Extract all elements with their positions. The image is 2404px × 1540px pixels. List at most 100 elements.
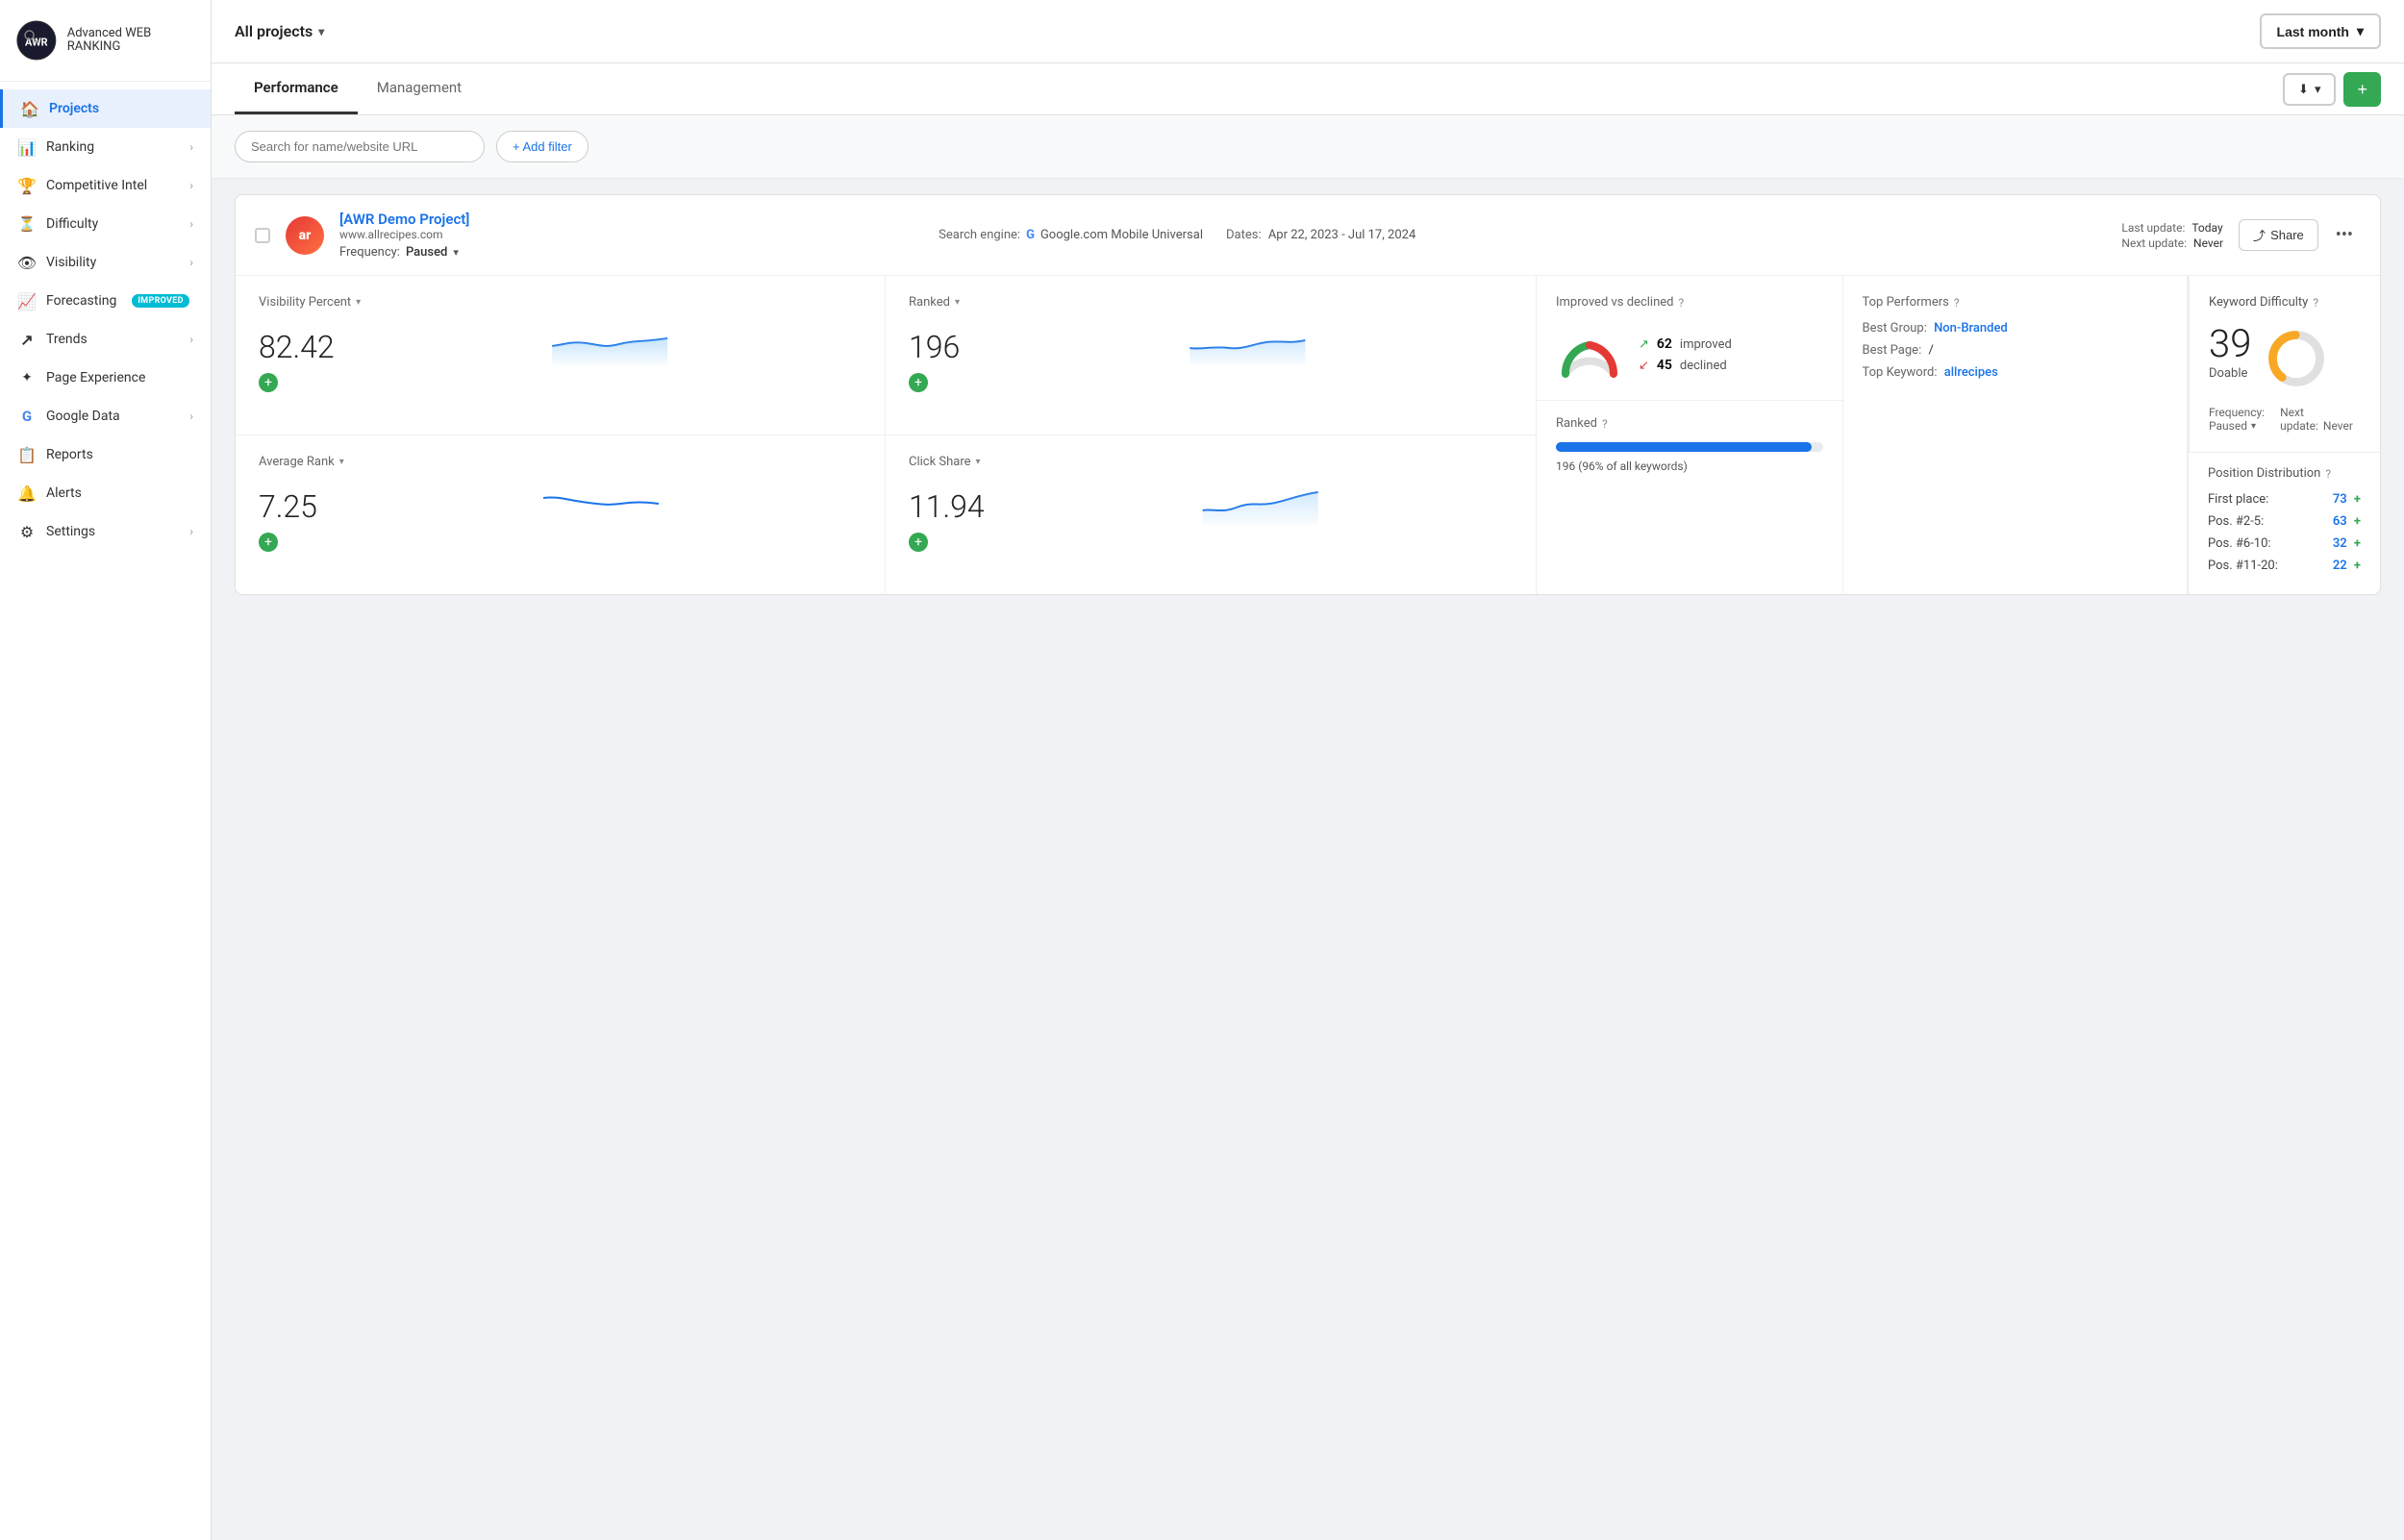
ranked-value: 196	[909, 329, 960, 365]
ranked-dropdown-icon[interactable]: ▾	[955, 297, 960, 308]
visibility-add-button[interactable]: +	[259, 373, 278, 392]
project-name[interactable]: [AWR Demo Project]	[339, 211, 923, 228]
sidebar-item-visibility-label: Visibility	[46, 255, 96, 270]
sidebar-item-page-experience-label: Page Experience	[46, 370, 145, 385]
filter-bar: + Add filter	[212, 115, 2404, 179]
chevron-right-icon: ›	[189, 333, 193, 346]
sidebar-item-competitive-intel-label: Competitive Intel	[46, 178, 147, 193]
pos-row-first: First place: 73 +	[2208, 492, 2361, 507]
dates-value: Apr 22, 2023 - Jul 17, 2024	[1268, 228, 1415, 242]
pos-2-5-value: 63	[2333, 514, 2347, 529]
google-icon: G	[1026, 228, 1035, 242]
dates-meta: Dates: Apr 22, 2023 - Jul 17, 2024	[1226, 228, 1415, 242]
first-place-plus[interactable]: +	[2354, 492, 2361, 507]
position-distribution: Position Distribution ? First place: 73 …	[2189, 452, 2380, 594]
add-project-button[interactable]: +	[2343, 72, 2381, 107]
average-rank-value: 7.25	[259, 488, 317, 525]
visibility-chart	[358, 317, 862, 365]
pos-row-6-10: Pos. #6-10: 32 +	[2208, 536, 2361, 551]
sidebar-item-ranking[interactable]: 📊 Ranking ›	[0, 128, 211, 166]
sidebar-item-trends[interactable]: ↗ Trends ›	[0, 320, 211, 359]
dates-label: Dates:	[1226, 228, 1262, 242]
improved-arrow-icon: ↗	[1639, 337, 1649, 352]
best-page-row: Best Page: /	[1863, 343, 2168, 358]
kd-question-icon[interactable]: ?	[2313, 296, 2318, 310]
pos-dist-question-icon[interactable]: ?	[2325, 467, 2331, 481]
tab-management[interactable]: Management	[358, 63, 481, 114]
sidebar-item-page-experience[interactable]: ✦ Page Experience	[0, 359, 211, 397]
best-group-value[interactable]: Non-Branded	[1934, 321, 2008, 335]
all-projects-dropdown[interactable]: All projects ▾	[235, 22, 324, 40]
sidebar-item-competitive-intel[interactable]: 🏆 Competitive Intel ›	[0, 166, 211, 205]
main-content: All projects ▾ Last month ▾ Performance …	[212, 0, 2404, 1540]
next-update-value: Never	[2193, 236, 2223, 250]
dropdown-arrow-icon: ▾	[318, 25, 324, 38]
project-checkbox[interactable]	[255, 228, 270, 243]
last-update-label: Last update:	[2121, 221, 2185, 235]
ranked-chart	[983, 317, 1513, 365]
update-info: Last update: Today Next update: Never	[2121, 221, 2223, 250]
page-experience-icon: ✦	[17, 368, 37, 387]
question-icon[interactable]: ?	[1678, 296, 1684, 310]
home-icon: 🏠	[20, 99, 39, 118]
pos-6-10-plus[interactable]: +	[2354, 536, 2361, 551]
frequency-paused-button[interactable]: Paused ▾	[2209, 419, 2265, 433]
avatar: ar	[286, 216, 324, 255]
sidebar-item-settings-label: Settings	[46, 524, 95, 539]
first-place-value: 73	[2333, 492, 2347, 507]
more-options-button[interactable]: •••	[2328, 221, 2361, 249]
pos-2-5-plus[interactable]: +	[2354, 514, 2361, 529]
tab-performance[interactable]: Performance	[235, 63, 358, 114]
project-info: [AWR Demo Project] www.allrecipes.com Fr…	[339, 211, 923, 260]
last-update-value: Today	[2191, 221, 2222, 235]
project-card: ar [AWR Demo Project] www.allrecipes.com…	[235, 194, 2381, 595]
sidebar-item-settings[interactable]: ⚙ Settings ›	[0, 512, 211, 551]
top-keyword-value[interactable]: allrecipes	[1944, 365, 1998, 380]
sidebar-item-projects[interactable]: 🏠 Projects	[0, 89, 211, 128]
settings-icon: ⚙	[17, 522, 37, 541]
click-share-label: Click Share	[909, 455, 971, 469]
stat-click-share: Click Share ▾ 11.94	[886, 435, 1536, 594]
sidebar-item-difficulty[interactable]: ⏳ Difficulty ›	[0, 205, 211, 243]
search-input[interactable]	[235, 131, 485, 162]
sidebar-item-google-data[interactable]: G Google Data ›	[0, 397, 211, 435]
click-share-dropdown-icon[interactable]: ▾	[976, 457, 981, 467]
improved-vs-declined: Improved vs declined ?	[1537, 276, 1842, 400]
download-icon: ⬇	[2298, 82, 2309, 97]
tp-question-icon[interactable]: ?	[1954, 296, 1960, 310]
ranked-add-button[interactable]: +	[909, 373, 928, 392]
top-keyword-row: Top Keyword: allrecipes	[1863, 365, 2168, 380]
content-area: Performance Management ⬇ ▾ + + Add fil	[212, 63, 2404, 1540]
sidebar-item-alerts[interactable]: 🔔 Alerts	[0, 474, 211, 512]
date-range-button[interactable]: Last month ▾	[2260, 13, 2381, 49]
chevron-right-icon: ›	[189, 256, 193, 269]
trends-icon: ↗	[17, 330, 37, 349]
ranked-bar-fill	[1556, 442, 1812, 452]
frequency-dropdown-icon[interactable]: ▾	[453, 246, 459, 259]
improved-gauge	[1556, 321, 1623, 388]
top-performers: Top Performers ? Best Group: Non-Branded…	[1843, 276, 2188, 594]
chevron-right-icon: ›	[189, 217, 193, 231]
pos-11-20-plus[interactable]: +	[2354, 559, 2361, 573]
freq-dropdown-icon: ▾	[2251, 421, 2256, 432]
update-value: Never	[2323, 419, 2353, 433]
avg-rank-add-button[interactable]: +	[259, 533, 278, 552]
search-engine-value: Google.com Mobile Universal	[1040, 228, 1203, 242]
projects-list: ar [AWR Demo Project] www.allrecipes.com…	[212, 179, 2404, 610]
frequency-label: Frequency:	[339, 245, 400, 260]
search-engine-meta: Search engine: G Google.com Mobile Unive…	[939, 228, 1203, 242]
sidebar-item-forecasting[interactable]: 📈 Forecasting IMPROVED	[0, 282, 211, 320]
search-engine-label: Search engine:	[939, 228, 1020, 242]
avg-rank-dropdown-icon[interactable]: ▾	[339, 457, 344, 467]
sidebar-item-reports[interactable]: 📋 Reports	[0, 435, 211, 474]
kd-label: Doable	[2209, 366, 2251, 381]
sidebar-item-visibility[interactable]: 👁 Visibility ›	[0, 243, 211, 282]
ranked-question-icon[interactable]: ?	[1602, 417, 1608, 431]
visibility-dropdown-icon[interactable]: ▾	[356, 297, 361, 308]
share-button[interactable]: ⤴ Share	[2239, 219, 2318, 251]
project-meta: Search engine: G Google.com Mobile Unive…	[939, 228, 2106, 242]
sidebar-item-alerts-label: Alerts	[46, 485, 82, 501]
add-filter-button[interactable]: + Add filter	[496, 131, 588, 162]
download-button[interactable]: ⬇ ▾	[2283, 73, 2336, 106]
click-share-add-button[interactable]: +	[909, 533, 928, 552]
